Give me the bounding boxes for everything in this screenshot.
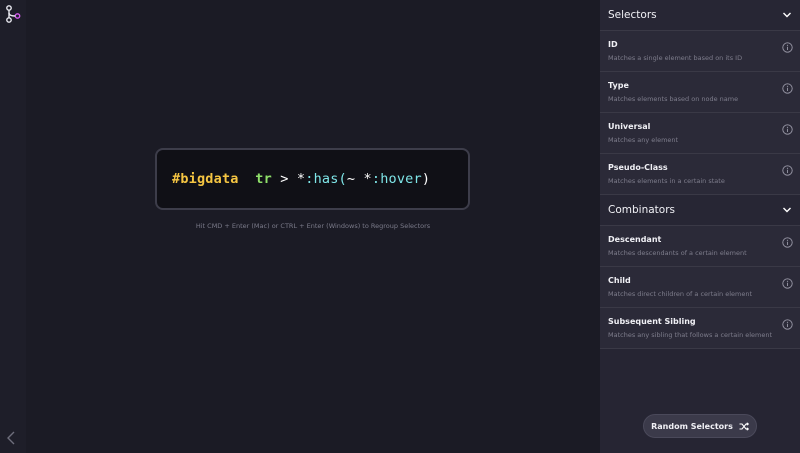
selector-token: :hover [371,171,422,187]
selectors-section-title: Selectors [608,9,657,21]
main-panel: #bigdata tr > *:has(~ *:hover) Hit CMD +… [26,0,600,453]
info-icon[interactable] [782,124,793,135]
info-icon[interactable] [782,165,793,176]
sidebar-item-pseudo-class[interactable]: Pseudo-Class Matches elements in a certai… [600,154,800,195]
item-title: Type [608,81,629,90]
selectors-list: ID Matches a single element based on its … [600,31,800,195]
info-icon[interactable] [782,42,793,53]
item-description: Matches any element [608,136,679,144]
item-description: Matches descendants of a certain element [608,249,747,257]
branch-logo-icon[interactable] [5,5,21,23]
selector-token: #bigdata [172,171,239,187]
selector-token: * [363,171,372,187]
chevron-down-icon [783,12,791,18]
info-icon[interactable] [782,83,793,94]
selector-token: :has( [305,171,347,187]
chevron-down-icon [783,207,791,213]
item-description: Matches direct children of a certain ele… [608,290,753,298]
selectors-section-header[interactable]: Selectors [600,0,800,31]
item-title: Pseudo-Class [608,163,668,172]
item-description: Matches a single element based on its ID [608,54,743,62]
item-title: Universal [608,122,651,131]
chevron-left-icon[interactable] [6,430,16,446]
sidebar: Selectors ID Matches a single element bas… [600,0,800,453]
item-description: Matches any sibling that follows a certa… [608,331,773,339]
sidebar-item-child[interactable]: Child Matches direct children of a certai… [600,267,800,308]
random-selectors-label: Random Selectors [651,421,733,431]
item-title: Descendant [608,235,662,244]
regroup-hint: Hit CMD + Enter (Mac) or CTRL + Enter (W… [195,222,431,230]
item-title: ID [608,40,618,49]
selector-token: ~ [346,171,364,187]
item-title: Child [608,276,631,285]
selector-token: ) [421,171,431,187]
selector-editor[interactable]: #bigdata tr > *:has(~ *:hover) [155,148,470,210]
info-icon[interactable] [782,319,793,330]
combinators-section-title: Combinators [608,204,675,216]
item-description: Matches elements based on node name [608,95,739,103]
shuffle-icon [739,421,749,431]
item-description: Matches elements in a certain state [608,177,725,185]
info-icon[interactable] [782,278,793,289]
selector-token: > [271,171,297,187]
sidebar-item-id[interactable]: ID Matches a single element based on its … [600,31,800,72]
selector-token: * [296,171,306,187]
random-selectors-button[interactable]: Random Selectors [643,414,757,438]
sidebar-item-descendant[interactable]: Descendant Matches descendants of a certa… [600,226,800,267]
item-title: Subsequent Sibling [608,317,696,326]
sidebar-item-subsequent-sibling[interactable]: Subsequent Sibling Matches any sibling th… [600,308,800,349]
combinators-list: Descendant Matches descendants of a certa… [600,226,800,349]
left-rail [0,0,26,453]
selector-token [239,171,256,187]
sidebar-item-universal[interactable]: Universal Matches any element [600,113,800,154]
combinators-section-header[interactable]: Combinators [600,195,800,226]
sidebar-item-type[interactable]: Type Matches elements based on node name [600,72,800,113]
selector-token: tr [255,171,272,187]
info-icon[interactable] [782,237,793,248]
